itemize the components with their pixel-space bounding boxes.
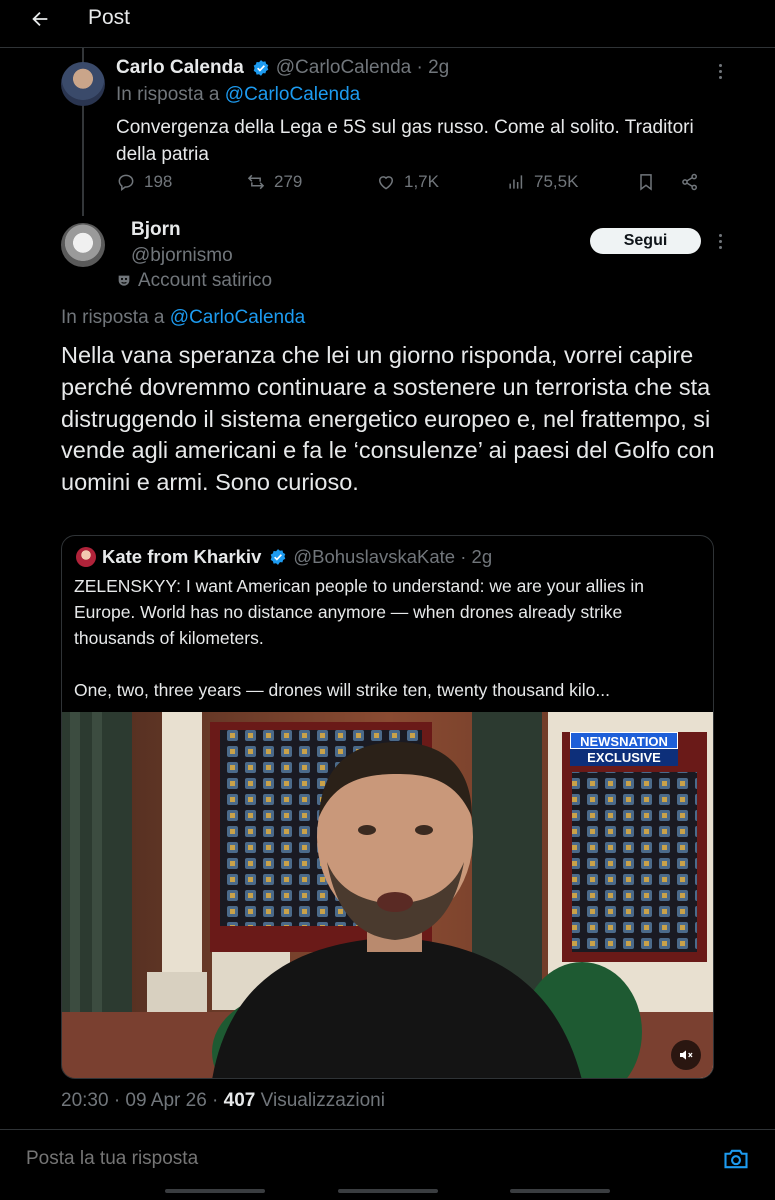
- quoted-avatar: [76, 547, 96, 567]
- back-arrow-icon[interactable]: [22, 4, 58, 34]
- bookmark-icon: [640, 174, 652, 191]
- repost-button[interactable]: 279: [246, 172, 302, 192]
- reply-to-link[interactable]: @CarloCalenda: [225, 84, 360, 105]
- repost-icon: [247, 174, 265, 190]
- theater-mask-icon: [118, 275, 130, 286]
- post-timestamp-views: 20:30 · 09 Apr 26 · 407 Visualizzazioni: [61, 1090, 385, 1112]
- quoted-post-card[interactable]: Kate from Kharkiv @BohuslavskaKate · 2g …: [61, 535, 714, 1079]
- account-label-text: Account satirico: [138, 270, 273, 291]
- parent-post-text: Convergenza della Lega e 5S sul gas russ…: [116, 117, 694, 165]
- analytics-icon: [509, 175, 523, 189]
- like-count: 1,7K: [404, 172, 439, 191]
- parent-action-bar: 198 279 1,7K 75,5K: [116, 172, 706, 198]
- post-time: 20:30 · 09 Apr 26 ·: [61, 1090, 219, 1111]
- newsnation-exclusive-badge: NEWSNATION EXCLUSIVE: [570, 732, 678, 766]
- main-post-text: Nella vana speranza che lei un giorno ri…: [61, 342, 715, 496]
- views-button[interactable]: 75,5K: [506, 172, 578, 192]
- bottom-nav-indicator: [0, 1189, 775, 1200]
- main-reply-context: In risposta a @CarloCalenda: [61, 307, 305, 329]
- quoted-handle-time: @BohuslavskaKate · 2g: [293, 546, 493, 567]
- reply-input[interactable]: [26, 1148, 626, 1170]
- reply-icon: [118, 174, 134, 191]
- quoted-text-paragraph-1: ZELENSKYY: I want American people to und…: [74, 576, 645, 648]
- quoted-post-text: ZELENSKYY: I want American people to und…: [74, 573, 704, 703]
- camera-icon[interactable]: [722, 1145, 750, 1173]
- quoted-post-header: Kate from Kharkiv @BohuslavskaKate · 2g: [76, 546, 492, 568]
- main-author-handle[interactable]: @bjornismo: [131, 245, 233, 267]
- parent-handle-time: @CarloCalenda · 2g: [275, 57, 450, 78]
- page-title: Post: [88, 6, 131, 29]
- bookmark-button[interactable]: [636, 172, 656, 192]
- main-more-icon[interactable]: [710, 231, 730, 251]
- parent-reply-context: In risposta a @CarloCalenda: [116, 84, 360, 106]
- reply-button[interactable]: 198: [116, 172, 172, 192]
- quoted-author-name: Kate from Kharkiv: [102, 546, 262, 567]
- post-views-count: 407: [223, 1090, 256, 1111]
- verified-badge-icon: [252, 59, 270, 77]
- views-count: 75,5K: [534, 172, 579, 191]
- badge-bottom-text: EXCLUSIVE: [570, 749, 678, 766]
- quoted-text-paragraph-2: One, two, three years — drones will stri…: [74, 680, 610, 700]
- video-player[interactable]: NEWSNATION EXCLUSIVE: [62, 712, 713, 1078]
- nav-indicator-segment: [510, 1189, 610, 1193]
- post-views-label: Visualizzazioni: [260, 1090, 385, 1111]
- nav-indicator-segment: [338, 1189, 438, 1193]
- parent-more-icon[interactable]: [710, 61, 730, 81]
- nav-indicator-segment: [165, 1189, 265, 1193]
- heart-icon: [378, 176, 394, 190]
- parent-author-name[interactable]: Carlo Calenda: [116, 57, 244, 79]
- share-icon: [682, 173, 697, 191]
- mute-icon[interactable]: [671, 1040, 701, 1070]
- reply-prefix: In risposta a: [116, 84, 220, 105]
- follow-button[interactable]: Segui: [590, 228, 701, 254]
- avatar-carlo-calenda[interactable]: [61, 62, 105, 106]
- reply-prefix: In risposta a: [61, 307, 165, 328]
- share-button[interactable]: [680, 172, 700, 192]
- top-bar: Post: [0, 0, 775, 48]
- main-author-name[interactable]: Bjorn: [131, 219, 181, 241]
- like-button[interactable]: 1,7K: [376, 172, 439, 192]
- repost-count: 279: [274, 172, 303, 191]
- avatar-bjorn[interactable]: [61, 223, 105, 267]
- badge-top-text: NEWSNATION: [570, 732, 678, 749]
- reply-count: 198: [144, 172, 173, 191]
- verified-badge-icon: [269, 548, 287, 566]
- video-frame: [62, 712, 713, 1078]
- parent-post-header: Carlo Calenda @CarloCalenda · 2g: [116, 57, 449, 79]
- satirical-account-label: Account satirico: [116, 270, 272, 292]
- reply-to-link[interactable]: @CarloCalenda: [170, 307, 305, 328]
